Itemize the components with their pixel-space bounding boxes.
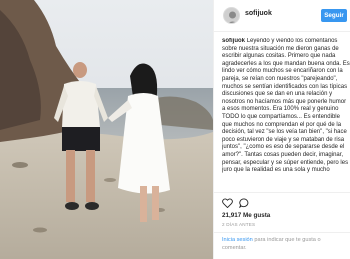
post-caption: sofijuok Leyendo y viendo los comentario… [222, 38, 350, 190]
couple-beach-photo [0, 0, 213, 259]
post-header: sofijuok Seguir [214, 0, 350, 32]
post-actions: 21,917 Me gusta 2 DÍAS ANTES [214, 192, 350, 234]
login-prompt: Inicia sesión para indicar que te gusta … [214, 232, 350, 259]
post-side-panel: sofijuok Seguir sofijuok Leyendo y viend… [213, 0, 350, 259]
likes-count[interactable]: 21,917 Me gusta [222, 212, 270, 219]
heart-outline-icon[interactable] [222, 198, 233, 208]
post-timestamp: 2 DÍAS ANTES [222, 222, 256, 227]
caption-username[interactable]: sofijuok [222, 38, 245, 44]
login-link[interactable]: Inicia sesión [222, 237, 253, 243]
caption-text: Leyendo y viendo los comentarios sobre n… [222, 38, 350, 174]
post-photo[interactable] [0, 0, 213, 259]
avatar-image [224, 8, 239, 23]
username[interactable]: sofijuok [245, 10, 272, 17]
speech-bubble-icon[interactable] [239, 198, 249, 208]
follow-button[interactable]: Seguir [321, 9, 347, 22]
avatar[interactable] [223, 7, 240, 24]
